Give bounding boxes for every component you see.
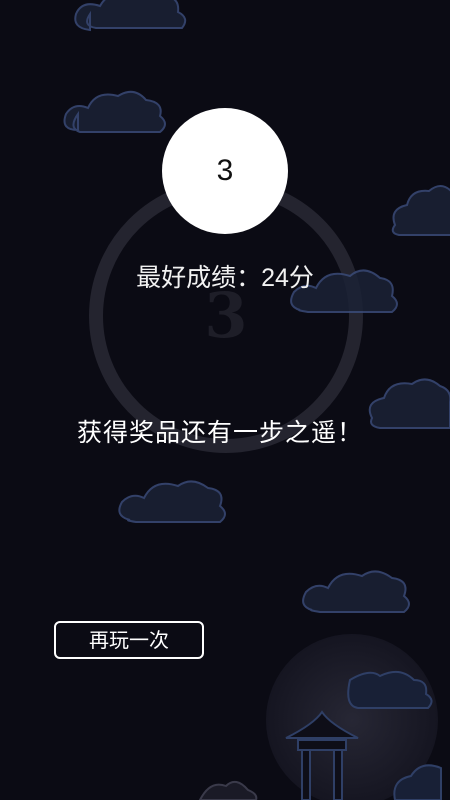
- cloud-decoration: [63, 0, 450, 613]
- best-score: 最好成绩：24分: [0, 258, 450, 294]
- result-message: 获得奖品还有一步之遥！: [76, 418, 363, 447]
- score-display: 3: [162, 108, 288, 234]
- replay-button[interactable]: 再玩一次: [54, 621, 204, 659]
- best-score-value: 24: [261, 264, 289, 292]
- best-score-unit: 分: [288, 263, 314, 292]
- best-score-label: 最好成绩：: [136, 263, 262, 292]
